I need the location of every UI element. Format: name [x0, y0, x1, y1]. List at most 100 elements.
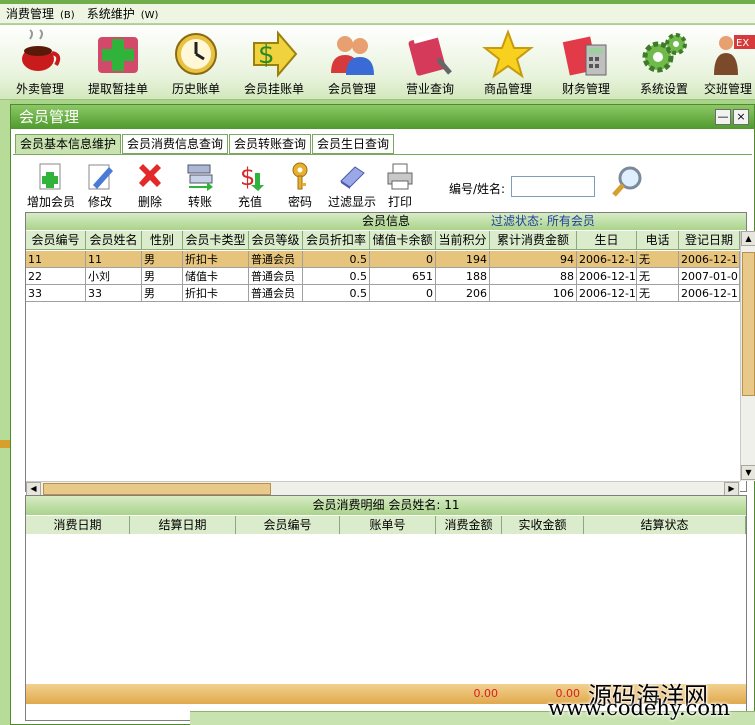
svg-text:$: $	[240, 163, 255, 191]
filter-display-button[interactable]: 过滤显示	[325, 161, 379, 211]
vscroll-thumb[interactable]	[742, 252, 755, 396]
col-member-no[interactable]: 会员编号	[26, 231, 86, 250]
toolbar-member-credit-button[interactable]: $ 会员挂账单	[236, 29, 312, 97]
col-settle-date[interactable]: 结算日期	[130, 516, 236, 534]
delete-icon	[139, 164, 161, 187]
toolbar-member-mgmt-button[interactable]: 会员管理	[314, 29, 390, 97]
window-title: 会员管理	[19, 108, 80, 126]
cell-total-spent: 94	[490, 251, 577, 268]
search-icon[interactable]	[611, 165, 645, 199]
member-grid-vscroll[interactable]: ▲ ▼	[740, 231, 755, 481]
scroll-left-arrow-icon[interactable]: ◀	[26, 482, 41, 496]
add-member-button[interactable]: 增加会员	[25, 161, 77, 211]
watermark-url: www.codehy.com	[548, 696, 730, 720]
menu-consume[interactable]: 消费管理 (B)	[0, 5, 81, 22]
table-row[interactable]: 11 11 男 折扣卡 普通会员 0.5 0 194 94 2006-12-1 …	[26, 251, 740, 268]
cell-member-no: 22	[26, 268, 86, 285]
col-consume-date[interactable]: 消费日期	[26, 516, 130, 534]
col-settle-status[interactable]: 结算状态	[584, 516, 746, 534]
cell-points: 206	[436, 285, 490, 302]
edit-button[interactable]: 修改	[75, 161, 125, 211]
printer-icon	[387, 163, 413, 190]
dollar-arrow-icon: $	[253, 30, 298, 78]
close-button[interactable]: ×	[733, 109, 749, 125]
col-gender[interactable]: 性别	[142, 231, 183, 250]
member-grid-hscroll[interactable]: ◀ ▶	[26, 481, 740, 496]
recharge-button[interactable]: $ 充值	[225, 161, 275, 211]
edit-label: 修改	[87, 195, 112, 209]
toolbar-settings-label: 系统设置	[639, 82, 688, 96]
toolbar-finance-button[interactable]: 财务管理	[548, 29, 624, 97]
coffee-cup-icon	[22, 29, 61, 71]
transfer-label: 转账	[187, 195, 212, 209]
table-row[interactable]: 22 小刘 男 储值卡 普通会员 0.5 651 188 88 2006-12-…	[26, 268, 740, 285]
col-detail-member-no[interactable]: 会员编号	[236, 516, 340, 534]
cell-birthday: 2006-12-1	[577, 251, 637, 268]
cell-gender: 男	[142, 251, 183, 268]
member-grid: 会员信息 过滤状态: 所有会员 会员编号 会员姓名 性别 会员卡类型 会员等级 …	[25, 212, 755, 496]
hscroll-thumb[interactable]	[43, 483, 271, 495]
table-row[interactable]: 33 33 男 折扣卡 普通会员 0.5 0 206 106 2006-12-1…	[26, 285, 740, 302]
svg-text:$: $	[258, 40, 275, 70]
tab-member-info[interactable]: 会员基本信息维护	[15, 134, 122, 154]
tab-birthday-query[interactable]: 会员生日查询	[312, 134, 395, 154]
filter-display-label: 过滤显示	[327, 195, 376, 209]
cell-card-type: 储值卡	[183, 268, 249, 285]
tab-strip: 会员基本信息维护 会员消费信息查询 会员转账查询 会员生日查询	[15, 134, 395, 154]
toolbar-settings-button[interactable]: 系统设置	[626, 29, 702, 97]
cell-card-type: 折扣卡	[183, 285, 249, 302]
cell-gender: 男	[142, 285, 183, 302]
cell-register-date: 2006-12-1	[679, 285, 740, 302]
col-balance[interactable]: 储值卡余额	[370, 231, 436, 250]
toolbar-member-mgmt-label: 会员管理	[327, 82, 376, 96]
minimize-button[interactable]: —	[715, 109, 731, 125]
menu-system[interactable]: 系统维护 (W)	[81, 5, 165, 22]
clock-icon	[175, 33, 217, 75]
cell-member-level: 普通会员	[249, 251, 303, 268]
tab-transfer-query[interactable]: 会员转账查询	[229, 134, 312, 154]
cell-total-spent: 88	[490, 268, 577, 285]
detail-grid-caption: 会员消费明细 会员姓名: 11	[26, 496, 746, 515]
toolbar-takeout-button[interactable]: 外卖管理	[2, 29, 78, 97]
col-points[interactable]: 当前积分	[436, 231, 490, 250]
col-member-name[interactable]: 会员姓名	[86, 231, 142, 250]
toolbar-member-credit-label: 会员挂账单	[243, 82, 304, 96]
delete-button[interactable]: 删除	[125, 161, 175, 211]
cell-phone: 无	[637, 268, 679, 285]
exit-icon: EX	[714, 35, 755, 75]
transfer-button[interactable]: 转账	[175, 161, 225, 211]
calculator-icon	[562, 36, 607, 76]
toolbar-business-query-button[interactable]: 营业查询	[392, 29, 468, 97]
toolbar-history-button[interactable]: 历史账单	[158, 29, 234, 97]
scroll-right-arrow-icon[interactable]: ▶	[724, 482, 739, 496]
cell-total-spent: 106	[490, 285, 577, 302]
total-consume-amount: 0.00	[473, 687, 499, 700]
cell-register-date: 2006-12-1	[679, 251, 740, 268]
col-birthday[interactable]: 生日	[577, 231, 637, 250]
search-label: 编号/姓名:	[449, 182, 506, 196]
col-total-spent[interactable]: 累计消费金额	[490, 231, 577, 250]
toolbar-fetch-hold-button[interactable]: 提取暂挂单	[80, 29, 156, 97]
col-card-type[interactable]: 会员卡类型	[183, 231, 249, 250]
col-bill-no[interactable]: 账单号	[340, 516, 436, 534]
cell-discount: 0.5	[303, 251, 370, 268]
col-phone[interactable]: 电话	[637, 231, 679, 250]
recharge-label: 充值	[237, 195, 262, 209]
col-received-amount[interactable]: 实收金额	[502, 516, 584, 534]
col-member-level[interactable]: 会员等级	[249, 231, 303, 250]
col-register-date[interactable]: 登记日期	[679, 231, 740, 250]
search-input[interactable]	[511, 176, 595, 197]
menu-bar: 消费管理 (B) 系统维护 (W)	[0, 4, 755, 24]
toolbar-goods-button[interactable]: 商品管理	[470, 29, 546, 97]
scroll-down-arrow-icon[interactable]: ▼	[741, 465, 755, 480]
scroll-up-arrow-icon[interactable]: ▲	[741, 231, 755, 246]
cell-member-no: 11	[26, 251, 86, 268]
col-discount[interactable]: 会员折扣率	[303, 231, 370, 250]
key-icon	[292, 162, 308, 190]
print-button[interactable]: 打印	[375, 161, 425, 211]
cell-discount: 0.5	[303, 285, 370, 302]
col-consume-amount[interactable]: 消费金额	[436, 516, 502, 534]
toolbar-shift-button[interactable]: EX 交班管理	[704, 29, 755, 97]
password-button[interactable]: 密码	[275, 161, 325, 211]
tab-consume-query[interactable]: 会员消费信息查询	[122, 134, 229, 154]
